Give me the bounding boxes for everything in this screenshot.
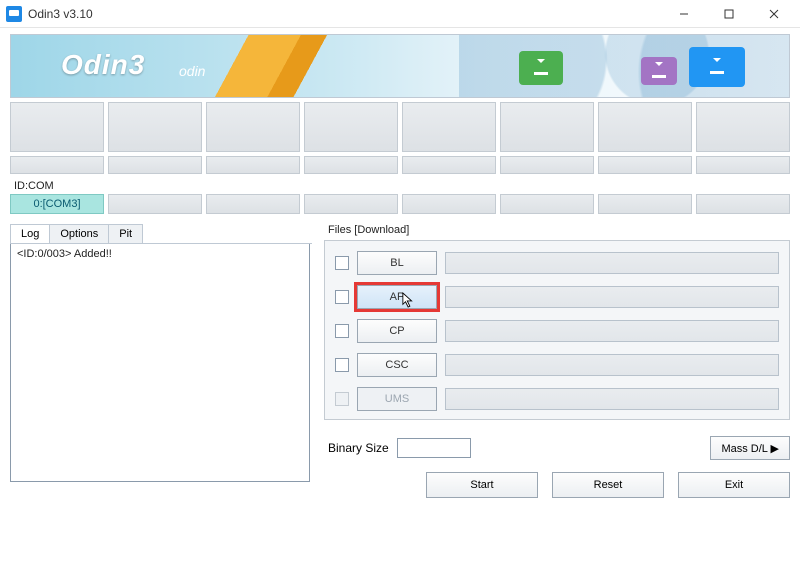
left-pane: Log Options Pit <ID:0/003> Added!! xyxy=(10,224,312,498)
idcom-port[interactable] xyxy=(304,194,398,214)
idcom-port[interactable] xyxy=(206,194,300,214)
download-icon xyxy=(689,47,745,87)
file-row-bl: BL xyxy=(335,251,779,275)
ap-button[interactable]: AP xyxy=(357,285,437,309)
exit-button-label: Exit xyxy=(725,479,743,491)
ums-path-field xyxy=(445,388,779,410)
progress-slot xyxy=(206,102,300,152)
tab-options[interactable]: Options xyxy=(49,224,109,243)
idcom-port[interactable] xyxy=(696,194,790,214)
download-icon xyxy=(641,57,677,85)
tab-log[interactable]: Log xyxy=(10,224,50,243)
csc-button-label: CSC xyxy=(385,359,408,371)
idcom-label: ID:COM xyxy=(14,180,800,192)
titlebar: Odin3 v3.10 xyxy=(0,0,800,28)
csc-checkbox[interactable] xyxy=(335,358,349,372)
close-button[interactable] xyxy=(751,0,796,28)
cp-button[interactable]: CP xyxy=(357,319,437,343)
progress-bars-row xyxy=(10,156,790,174)
cp-button-label: CP xyxy=(389,325,404,337)
binary-size-field[interactable] xyxy=(397,438,471,458)
idcom-row: 0:[COM3] xyxy=(10,194,790,214)
progress-slots-row xyxy=(10,102,790,152)
reset-button-label: Reset xyxy=(594,479,623,491)
log-textarea[interactable]: <ID:0/003> Added!! xyxy=(10,244,310,482)
progress-bar xyxy=(598,156,692,174)
exit-button[interactable]: Exit xyxy=(678,472,790,498)
idcom-port[interactable] xyxy=(108,194,202,214)
window-controls xyxy=(661,0,796,28)
binary-size-label: Binary Size xyxy=(328,441,389,455)
banner: Odin3 odin xyxy=(10,34,790,98)
file-row-csc: CSC xyxy=(335,353,779,377)
progress-slot xyxy=(108,102,202,152)
csc-button[interactable]: CSC xyxy=(357,353,437,377)
start-button-label: Start xyxy=(470,479,493,491)
mass-download-label: Mass D/L ▶ xyxy=(721,442,779,455)
idcom-port[interactable] xyxy=(500,194,594,214)
start-button[interactable]: Start xyxy=(426,472,538,498)
progress-slot xyxy=(304,102,398,152)
ap-path-field[interactable] xyxy=(445,286,779,308)
files-group: BL AP CP xyxy=(324,240,790,420)
cp-path-field[interactable] xyxy=(445,320,779,342)
bl-checkbox[interactable] xyxy=(335,256,349,270)
files-group-label: Files [Download] xyxy=(328,224,790,236)
banner-subtitle: odin xyxy=(179,63,205,79)
banner-logo: Odin3 xyxy=(61,49,145,81)
progress-slot xyxy=(598,102,692,152)
mass-download-button[interactable]: Mass D/L ▶ xyxy=(710,436,790,460)
binary-size-row: Binary Size Mass D/L ▶ xyxy=(328,436,790,460)
progress-slot xyxy=(500,102,594,152)
tab-pit[interactable]: Pit xyxy=(108,224,143,243)
maximize-button[interactable] xyxy=(706,0,751,28)
progress-slot xyxy=(696,102,790,152)
progress-bar xyxy=(10,156,104,174)
minimize-button[interactable] xyxy=(661,0,706,28)
app-icon xyxy=(6,6,22,22)
window-title: Odin3 v3.10 xyxy=(28,7,93,21)
download-icon xyxy=(519,51,563,85)
progress-bar xyxy=(304,156,398,174)
csc-path-field[interactable] xyxy=(445,354,779,376)
ums-checkbox xyxy=(335,392,349,406)
banner-accent xyxy=(200,35,343,97)
progress-bar xyxy=(206,156,300,174)
cp-checkbox[interactable] xyxy=(335,324,349,338)
ap-button-label: AP xyxy=(390,291,405,303)
progress-bar xyxy=(500,156,594,174)
action-row: Start Reset Exit xyxy=(324,472,790,498)
log-line: <ID:0/003> Added!! xyxy=(17,248,303,260)
bl-button-label: BL xyxy=(390,257,403,269)
right-pane: Files [Download] BL AP xyxy=(324,224,790,498)
file-row-cp: CP xyxy=(335,319,779,343)
idcom-port[interactable] xyxy=(598,194,692,214)
progress-bar xyxy=(108,156,202,174)
file-row-ap: AP xyxy=(335,285,779,309)
progress-slot xyxy=(402,102,496,152)
reset-button[interactable]: Reset xyxy=(552,472,664,498)
ums-button: UMS xyxy=(357,387,437,411)
ums-button-label: UMS xyxy=(385,393,409,405)
progress-bar xyxy=(402,156,496,174)
bl-button[interactable]: BL xyxy=(357,251,437,275)
progress-bar xyxy=(696,156,790,174)
bl-path-field[interactable] xyxy=(445,252,779,274)
idcom-port[interactable] xyxy=(402,194,496,214)
tabs: Log Options Pit xyxy=(10,224,312,244)
idcom-port-active[interactable]: 0:[COM3] xyxy=(10,194,104,214)
progress-slot xyxy=(10,102,104,152)
file-row-ums: UMS xyxy=(335,387,779,411)
ap-checkbox[interactable] xyxy=(335,290,349,304)
